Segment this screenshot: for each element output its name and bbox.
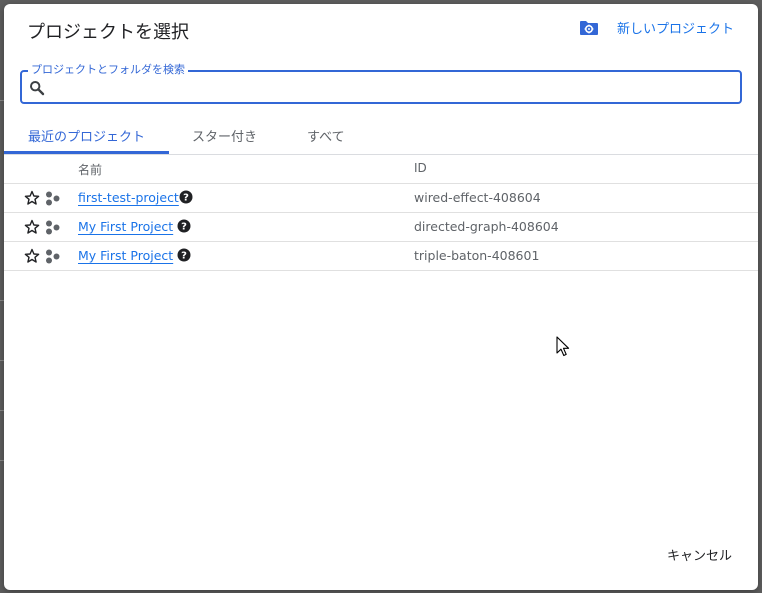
new-project-button[interactable]: 新しいプロジェクト <box>579 18 734 37</box>
svg-text:?: ? <box>183 193 189 204</box>
project-name-link[interactable]: My First Project <box>78 248 173 263</box>
table-row[interactable]: My First Project ? triple-baton-408601 <box>4 242 758 271</box>
project-id: triple-baton-408601 <box>414 248 540 263</box>
project-id: directed-graph-408604 <box>414 219 559 234</box>
table-row[interactable]: My First Project ? directed-graph-408604 <box>4 213 758 242</box>
tab-starred[interactable]: スター付き <box>192 126 257 145</box>
project-id: wired-effect-408604 <box>414 190 541 205</box>
project-icon <box>46 249 60 264</box>
dialog-title: プロジェクトを選択 <box>27 22 189 43</box>
new-project-label: 新しいプロジェクト <box>616 22 734 37</box>
project-icon <box>46 220 60 235</box>
search-icon <box>30 81 45 96</box>
column-header-id: ID <box>414 161 427 175</box>
search-label: プロジェクトとフォルダを検索 <box>28 63 188 77</box>
svg-text:?: ? <box>181 251 187 262</box>
cancel-button[interactable]: キャンセル <box>667 545 732 564</box>
search-input[interactable] <box>54 77 728 99</box>
project-icon <box>46 191 60 206</box>
star-icon[interactable] <box>24 190 40 206</box>
tab-recent[interactable]: 最近のプロジェクト <box>28 126 145 145</box>
mouse-cursor-icon <box>556 336 570 357</box>
tab-bar: 最近のプロジェクト スター付き すべて <box>4 118 758 155</box>
search-field[interactable]: プロジェクトとフォルダを検索 <box>20 63 742 104</box>
star-icon[interactable] <box>24 219 40 235</box>
project-picker-dialog: プロジェクトを選択 新しいプロジェクト プロジェクトとフォルダを検索 最近のプロ… <box>4 4 758 590</box>
table-row[interactable]: first-test-project ? wired-effect-408604 <box>4 184 758 213</box>
svg-text:?: ? <box>181 222 187 233</box>
active-tab-indicator <box>4 151 169 154</box>
help-icon[interactable]: ? <box>177 248 191 262</box>
tab-all[interactable]: すべて <box>307 126 345 145</box>
project-name-link[interactable]: first-test-project <box>78 190 179 205</box>
folder-gear-icon <box>579 20 598 35</box>
table-header: 名前 ID <box>4 155 758 184</box>
help-icon[interactable]: ? <box>177 219 191 233</box>
help-icon[interactable]: ? <box>179 190 193 204</box>
column-header-name: 名前 <box>78 163 103 177</box>
project-name-link[interactable]: My First Project <box>78 219 173 234</box>
star-icon[interactable] <box>24 248 40 264</box>
